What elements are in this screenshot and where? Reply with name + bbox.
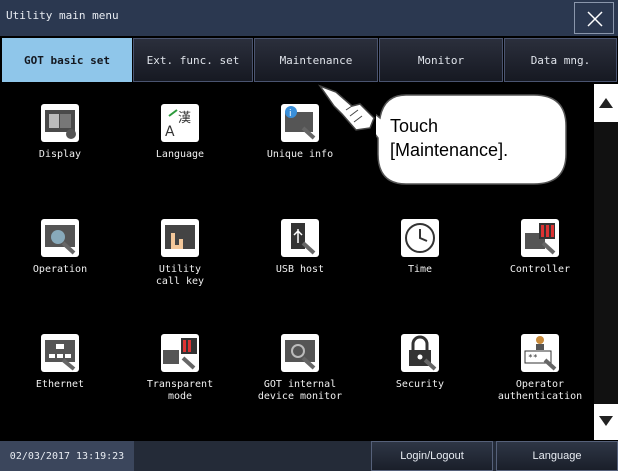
scroll-down-button[interactable] bbox=[594, 404, 618, 440]
usb-host-icon bbox=[281, 219, 319, 257]
status-bar: 02/03/2017 13:19:23 Login/Logout Languag… bbox=[0, 441, 618, 471]
item-label: Ethernet bbox=[35, 379, 85, 390]
item-label: Controller bbox=[509, 264, 571, 275]
device-monitor-icon bbox=[281, 334, 319, 372]
triangle-up-icon bbox=[599, 98, 613, 108]
pointing-hand-icon bbox=[318, 84, 375, 131]
item-display[interactable]: Display bbox=[0, 104, 120, 214]
operation-icon bbox=[41, 219, 79, 257]
svg-text:A: A bbox=[165, 124, 175, 140]
item-operation[interactable]: Operation bbox=[0, 219, 120, 329]
clock-icon bbox=[401, 219, 439, 257]
item-time[interactable]: Time bbox=[360, 219, 480, 329]
svg-text:漢: 漢 bbox=[178, 111, 191, 126]
item-label: Security bbox=[395, 379, 445, 390]
transparent-mode-icon bbox=[161, 334, 199, 372]
svg-text:**: ** bbox=[528, 353, 538, 362]
item-operator-authentication[interactable]: ** Operator authentication bbox=[480, 334, 600, 444]
language-button[interactable]: Language bbox=[496, 441, 618, 471]
item-controller[interactable]: Controller bbox=[480, 219, 600, 329]
close-icon bbox=[587, 11, 603, 27]
controller-icon bbox=[521, 219, 559, 257]
item-label: Unique info bbox=[266, 149, 334, 160]
item-security[interactable]: Security bbox=[360, 334, 480, 444]
tab-ext-func-set[interactable]: Ext. func. set bbox=[133, 38, 253, 82]
tab-data-mng[interactable]: Data mng. bbox=[504, 38, 617, 82]
item-label: Display bbox=[38, 149, 82, 160]
item-label: Utility call key bbox=[155, 264, 205, 287]
item-label: GOT internal device monitor bbox=[257, 379, 343, 402]
item-label: USB host bbox=[275, 264, 325, 275]
utility-window: Utility main menu GOT basic set Ext. fun… bbox=[0, 0, 618, 471]
close-button[interactable] bbox=[574, 2, 614, 34]
scroll-up-button[interactable] bbox=[594, 84, 618, 122]
language-icon: A漢 bbox=[161, 104, 199, 142]
display-icon bbox=[41, 104, 79, 142]
item-utility-call-key[interactable]: Utility call key bbox=[120, 219, 240, 329]
item-label: Operator authentication bbox=[497, 379, 583, 402]
tab-maintenance[interactable]: Maintenance bbox=[254, 38, 378, 82]
item-ethernet[interactable]: Ethernet bbox=[0, 334, 120, 444]
item-language[interactable]: A漢 Language bbox=[120, 104, 240, 214]
item-usb-host[interactable]: USB host bbox=[240, 219, 360, 329]
unique-info-icon: i bbox=[281, 104, 319, 142]
item-label: Transparent mode bbox=[146, 379, 214, 402]
title-bar: Utility main menu bbox=[0, 0, 618, 36]
window-title: Utility main menu bbox=[6, 9, 119, 22]
triangle-down-icon bbox=[599, 416, 613, 426]
tab-got-basic-set[interactable]: GOT basic set bbox=[2, 38, 132, 82]
item-transparent-mode[interactable]: Transparent mode bbox=[120, 334, 240, 444]
item-label: Language bbox=[155, 149, 205, 160]
callout-text: Touch [Maintenance]. bbox=[390, 116, 509, 160]
scrollbar-track[interactable] bbox=[594, 122, 618, 404]
item-got-internal-device-monitor[interactable]: GOT internal device monitor bbox=[240, 334, 360, 444]
login-logout-button[interactable]: Login/Logout bbox=[371, 441, 493, 471]
datetime-display: 02/03/2017 13:19:23 bbox=[0, 441, 134, 471]
tab-monitor[interactable]: Monitor bbox=[379, 38, 503, 82]
item-label: Time bbox=[407, 264, 433, 275]
utility-call-key-icon bbox=[161, 219, 199, 257]
tab-bar: GOT basic set Ext. func. set Maintenance… bbox=[0, 38, 618, 82]
operator-authentication-icon: ** bbox=[521, 334, 559, 372]
ethernet-icon bbox=[41, 334, 79, 372]
item-label: Operation bbox=[32, 264, 88, 275]
lock-icon bbox=[401, 334, 439, 372]
svg-text:i: i bbox=[289, 109, 292, 119]
